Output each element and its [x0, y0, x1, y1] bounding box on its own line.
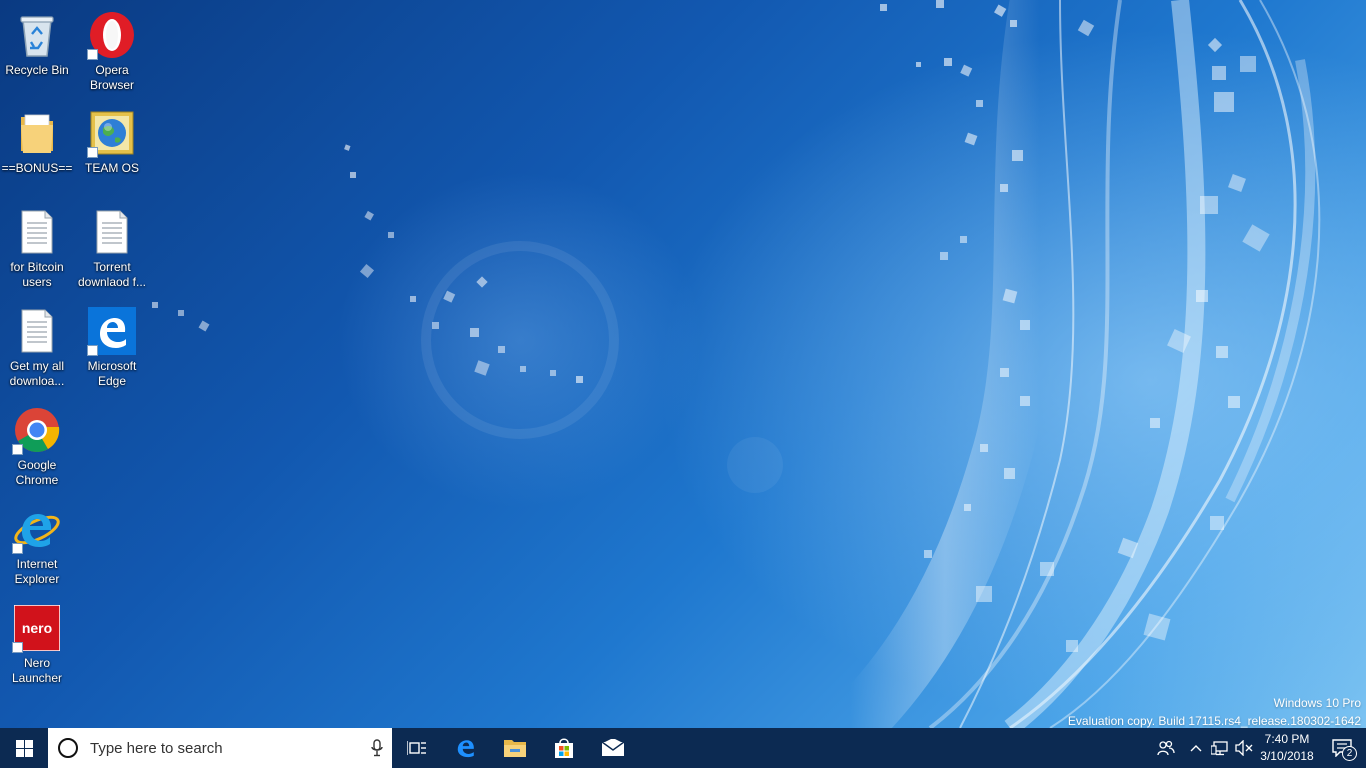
opera-icon: [87, 10, 137, 60]
icon-label: Nero Launcher: [11, 656, 63, 685]
edge-icon: [457, 740, 474, 758]
icon-label: Internet Explorer: [14, 557, 60, 586]
desktop-icon-bonus-folder[interactable]: ==BONUS==: [0, 102, 74, 198]
desktop-icon-opera-browser[interactable]: Opera Browser: [75, 4, 149, 100]
folder-icon: [12, 108, 62, 158]
text-document-icon: [87, 207, 137, 257]
task-view-button[interactable]: [392, 728, 441, 768]
icon-label: for Bitcoin users: [10, 260, 64, 289]
watermark-edition: Windows 10 Pro: [1273, 696, 1361, 710]
wallpaper-sparkles: [152, 0, 1270, 652]
task-view-icon: [406, 741, 426, 755]
icon-label: Opera Browser: [89, 63, 134, 92]
internet-explorer-icon: [12, 504, 62, 554]
desktop-icon-microsoft-edge[interactable]: Microsoft Edge: [75, 300, 149, 396]
recycle-bin-icon: [12, 10, 62, 60]
shortcut-arrow-icon: [12, 642, 23, 653]
desktop-icon-team-os[interactable]: TEAM OS: [75, 102, 149, 198]
taskbar-clock[interactable]: 7:40 PM 3/10/2018: [1256, 728, 1318, 768]
taskbar-edge-button[interactable]: [441, 728, 490, 768]
desktop-icon-recycle-bin[interactable]: Recycle Bin: [0, 4, 74, 100]
windows-logo-icon: [15, 739, 33, 757]
taskbar-mail-button[interactable]: [588, 728, 637, 768]
store-icon: [554, 738, 573, 758]
shortcut-arrow-icon: [87, 345, 98, 356]
wallpaper-light-wave: [829, 0, 1321, 728]
microphone-icon[interactable]: [362, 728, 392, 768]
notification-count-badge: 2: [1342, 746, 1357, 761]
shortcut-arrow-icon: [87, 49, 98, 60]
action-center-button[interactable]: 2: [1318, 728, 1366, 768]
icon-label: Microsoft Edge: [87, 359, 137, 388]
edge-icon: [87, 306, 137, 356]
icon-label: TEAM OS: [84, 161, 139, 175]
people-button[interactable]: [1148, 728, 1184, 768]
desktop-icon-get-my-all-downloads[interactable]: Get my all downloa...: [0, 300, 74, 396]
desktop-icon-internet-explorer[interactable]: Internet Explorer: [0, 498, 74, 594]
mail-icon: [601, 739, 624, 756]
shortcut-arrow-icon: [12, 444, 23, 455]
desktop[interactable]: Recycle Bin Opera Browser ==BONUS== TEAM…: [0, 0, 1366, 728]
text-document-icon: [12, 207, 62, 257]
desktop-icon-for-bitcoin-users[interactable]: for Bitcoin users: [0, 201, 74, 297]
people-icon: [1157, 740, 1175, 756]
icon-label: Google Chrome: [15, 458, 59, 487]
taskbar-search-box[interactable]: Type here to search: [48, 728, 392, 768]
shortcut-arrow-icon: [87, 147, 98, 158]
icon-label: ==BONUS==: [1, 161, 73, 175]
svg-text:nero: nero: [22, 620, 52, 636]
search-placeholder: Type here to search: [90, 739, 223, 757]
volume-muted-icon: [1235, 740, 1253, 756]
network-icon: [1211, 741, 1228, 756]
file-explorer-icon: [503, 740, 526, 757]
taskbar: Type here to search 7:40 PM 3/10/2018 2: [0, 728, 1366, 768]
taskbar-file-explorer-button[interactable]: [490, 728, 539, 768]
watermark-build: Evaluation copy. Build 17115.rs4_release…: [1067, 714, 1361, 728]
chevron-up-icon: [1190, 745, 1202, 752]
desktop-icon-google-chrome[interactable]: Google Chrome: [0, 399, 74, 495]
chrome-icon: [12, 405, 62, 455]
show-hidden-icons-button[interactable]: [1184, 728, 1208, 768]
globe-icon: [87, 108, 137, 158]
desktop-icon-nero-launcher[interactable]: nero Nero Launcher: [0, 597, 74, 693]
icon-label: Get my all downloa...: [9, 359, 65, 388]
cortana-icon: [58, 738, 78, 758]
icon-label: Torrent downlaod f...: [77, 260, 147, 289]
nero-icon: nero: [12, 603, 62, 653]
network-button[interactable]: [1208, 728, 1232, 768]
windows-evaluation-watermark: Windows 10 Pro Evaluation copy. Build 17…: [1068, 694, 1361, 728]
start-button[interactable]: [0, 728, 48, 768]
volume-button[interactable]: [1232, 728, 1256, 768]
icon-label: Recycle Bin: [5, 63, 69, 77]
shortcut-arrow-icon: [12, 543, 23, 554]
clock-date: 3/10/2018: [1260, 749, 1314, 763]
desktop-icon-torrent-download[interactable]: Torrent downlaod f...: [75, 201, 149, 297]
text-document-icon: [12, 306, 62, 356]
taskbar-store-button[interactable]: [539, 728, 588, 768]
clock-time: 7:40 PM: [1264, 732, 1310, 746]
